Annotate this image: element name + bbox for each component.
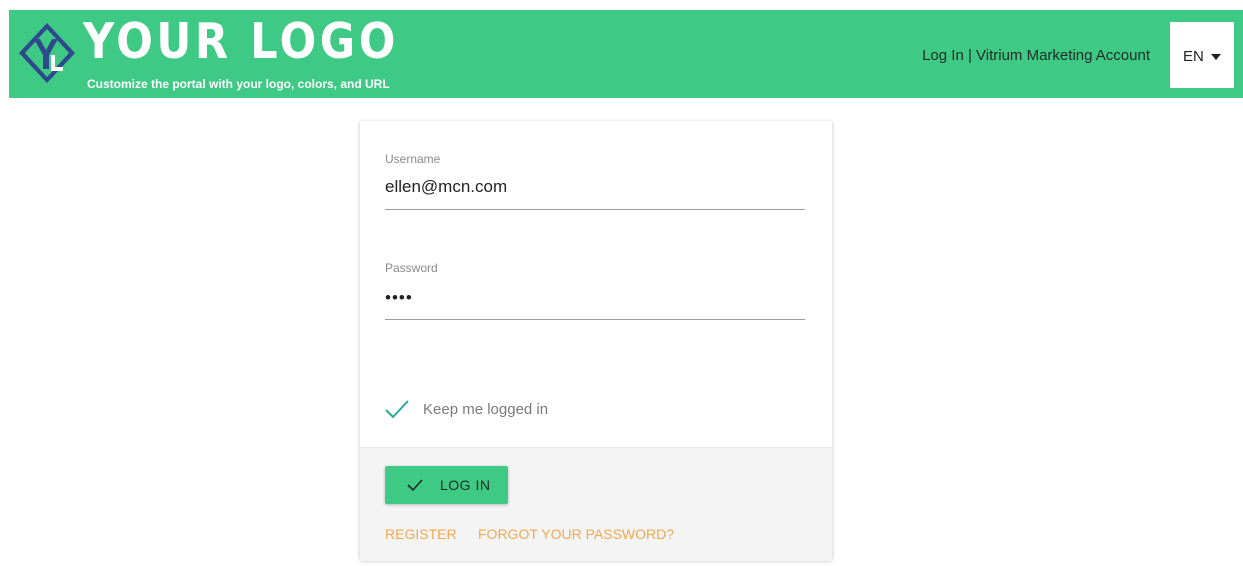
checkmark-icon: [385, 400, 409, 419]
password-underline: [385, 319, 805, 320]
language-selector[interactable]: EN: [1170, 22, 1234, 88]
top-header: YOUR LOGO Customize the portal with your…: [9, 10, 1243, 98]
card-footer: LOG IN REGISTER FORGOT YOUR PASSWORD?: [360, 447, 832, 561]
logo-icon: [17, 21, 77, 85]
caret-down-icon: [1211, 54, 1221, 60]
checkmark-icon: [407, 479, 423, 491]
login-card: Username ellen@mcn.com Password •••• Kee…: [360, 121, 832, 561]
register-link[interactable]: REGISTER: [385, 525, 457, 543]
account-link[interactable]: Log In | Vitrium Marketing Account: [922, 46, 1150, 66]
login-button-label: LOG IN: [440, 477, 491, 493]
username-field[interactable]: ellen@mcn.com: [385, 176, 507, 198]
login-button[interactable]: LOG IN: [385, 466, 508, 504]
forgot-password-link[interactable]: FORGOT YOUR PASSWORD?: [478, 525, 674, 543]
password-field[interactable]: ••••: [385, 287, 413, 309]
language-label: EN: [1183, 48, 1204, 65]
logo-title: YOUR LOGO: [83, 13, 399, 70]
username-label: Username: [385, 152, 441, 166]
keep-logged-in-checkbox[interactable]: Keep me logged in: [384, 398, 584, 422]
username-underline: [385, 209, 805, 210]
password-label: Password: [385, 261, 438, 275]
keep-logged-in-label: Keep me logged in: [423, 401, 549, 418]
logo-subtitle: Customize the portal with your logo, col…: [87, 77, 390, 91]
